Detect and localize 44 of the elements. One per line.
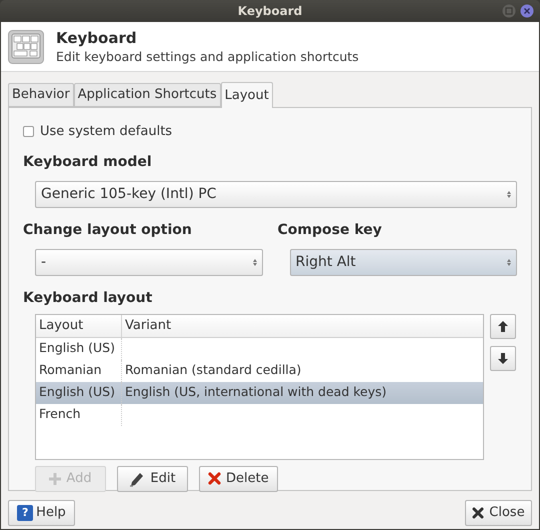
dropdown[interactable]: Generic 105-key (Intl) PC [35,180,517,208]
keyboard-icon [8,30,44,64]
column-header[interactable]: Variant [122,314,483,336]
arrow-down-icon [498,352,508,364]
spinner-icon [507,190,511,198]
help-button[interactable]: ? Help [8,500,75,526]
close-icon [472,507,484,519]
checkbox-label: Use system defaults [40,123,172,141]
spinner-icon [252,258,256,266]
column-header[interactable]: Layout [36,314,122,336]
close-icon[interactable] [520,4,534,18]
spinner-icon [507,258,511,266]
header-title: Keyboard [56,28,138,48]
field-label: Compose key [278,220,383,240]
section-label: Keyboard layout [23,288,154,308]
move-down-button[interactable] [490,346,516,370]
tab[interactable]: Layout [220,82,273,108]
table-row[interactable]: English (US) English (US, international with dead keys) [36,382,483,404]
tab[interactable]: Application Shortcuts [74,83,221,107]
table-cell-text: French [39,405,81,424]
move-up-button[interactable] [490,314,516,338]
edit-button[interactable]: Edit [117,466,188,492]
checkbox[interactable] [23,126,34,138]
table-cell-text: English (US) [39,339,115,358]
table-row[interactable]: French [36,404,483,426]
delete-icon [208,472,221,485]
table-cell-text: Romanian [39,361,102,380]
table-row[interactable]: English (US) [36,338,483,360]
field-label: Change layout option [23,220,193,240]
table-cell-text: English (US, international with dead keys) [125,383,387,402]
field-label: Keyboard model [23,152,153,172]
pencil-icon [129,470,146,486]
delete-button[interactable]: Delete [199,466,278,492]
table-cell-text: English (US) [39,383,115,402]
plus-icon [49,472,62,484]
window-title: Keyboard [238,3,302,20]
dropdown[interactable]: Right Alt [290,248,517,276]
arrow-up-icon [498,320,508,332]
dropdown[interactable]: - [35,248,262,276]
help-icon: ? [17,505,34,521]
tab[interactable]: Behavior [8,83,74,107]
header-subtitle: Edit keyboard settings and application shortcuts [56,48,359,66]
close-button[interactable]: Close [465,500,532,526]
table-cell-text: Romanian (standard cedilla) [125,361,302,380]
